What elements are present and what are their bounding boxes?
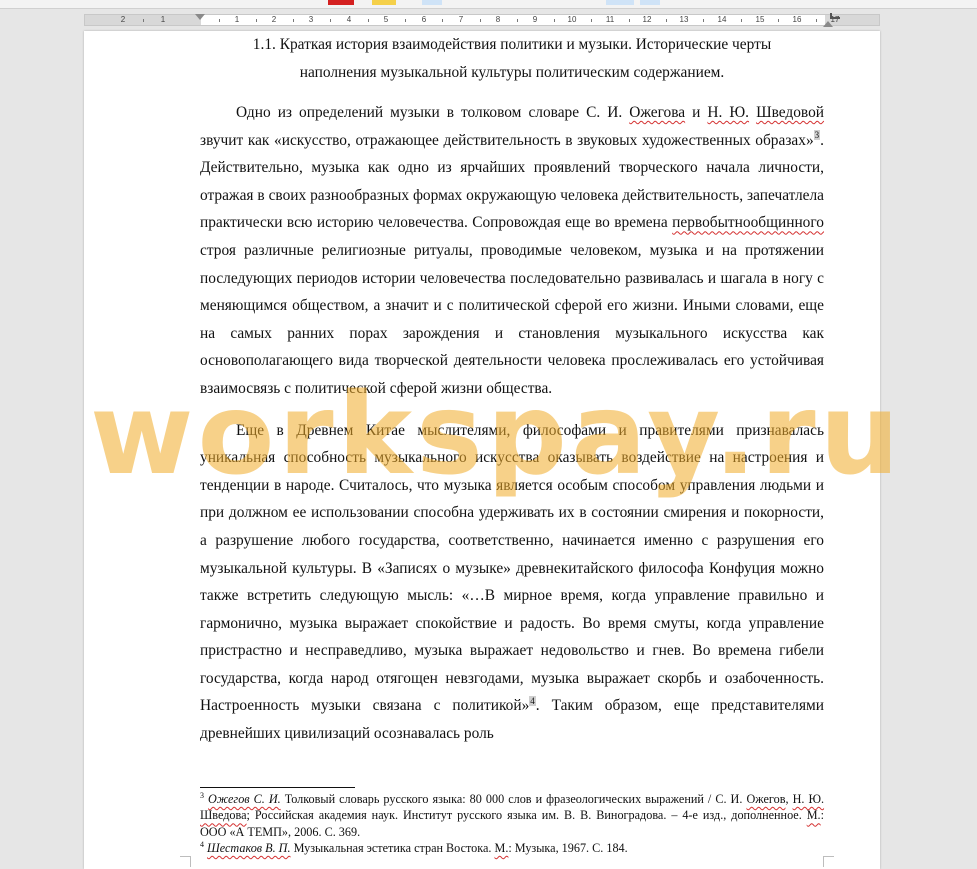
- footnote-3[interactable]: 3 Ожегов С. И. Толковый словарь русского…: [200, 791, 824, 840]
- toolbar-line-spacing-button[interactable]: [606, 0, 634, 5]
- spellcheck-word[interactable]: Н. Ю.: [707, 104, 749, 121]
- document-body[interactable]: 1.1. Краткая история взаимодействия поли…: [200, 31, 824, 748]
- footnote-author: Ожегов С. И.: [208, 792, 281, 806]
- horizontal-ruler[interactable]: 2 1 1 2 3 4 5 6 7 8 9 10 11 12 13 14 15 …: [0, 9, 977, 31]
- ruler-number: 6: [421, 15, 427, 24]
- spellcheck-word[interactable]: Шведовой: [756, 104, 824, 121]
- ruler-tick: [591, 19, 592, 22]
- ruler-tick: [219, 19, 220, 22]
- first-line-indent-marker[interactable]: [195, 14, 205, 20]
- toolbar-paragraph-button[interactable]: [640, 0, 660, 5]
- ruler-number: 2: [271, 15, 277, 24]
- footnote-text: ,: [785, 792, 793, 806]
- ruler-tick: [629, 19, 630, 22]
- ruler-tick: [554, 19, 555, 22]
- ruler-tick: [666, 19, 667, 22]
- footnote-text: Толковый словарь русского языка: 80 000 …: [280, 792, 747, 806]
- ruler-number: 11: [605, 15, 615, 24]
- ruler-number: 1: [160, 15, 166, 24]
- ruler-tick: [256, 19, 257, 22]
- toolbar-strip: [0, 0, 977, 9]
- footnote-4[interactable]: 4 Шестаков В. П. Музыкальная эстетика ст…: [200, 840, 824, 856]
- text-run: [749, 104, 756, 121]
- text-run: Одно из определений музыки в толковом сл…: [236, 104, 630, 121]
- footnote-number: 4: [200, 840, 204, 850]
- ruler-number: 12: [642, 15, 652, 24]
- footnotes-area[interactable]: 3 Ожегов С. И. Толковый словарь русского…: [200, 791, 824, 857]
- ruler-number: 8: [495, 15, 501, 24]
- ruler-tick: [480, 19, 481, 22]
- document-page[interactable]: 1.1. Краткая история взаимодействия поли…: [84, 31, 880, 869]
- ruler-tick: [368, 19, 369, 22]
- footnote-author: Шестаков В. П.: [207, 841, 291, 856]
- section-heading-line-2: наполнения музыкальной культуры политиче…: [299, 64, 725, 81]
- toolbar-highlight-swatch[interactable]: [372, 0, 396, 5]
- ruler-number: 10: [567, 15, 577, 24]
- footnote-number: 3: [200, 790, 204, 800]
- spellcheck-word[interactable]: Ожегова: [629, 104, 685, 121]
- ruler-number: 13: [679, 15, 689, 24]
- ruler-tick: [517, 19, 518, 22]
- ruler-number: 1: [234, 15, 240, 24]
- section-heading-line-1: 1.1. Краткая история взаимодействия поли…: [252, 36, 772, 53]
- paragraph-1[interactable]: Одно из определений музыки в толковом сл…: [200, 99, 824, 403]
- toolbar-align-left-button[interactable]: [422, 0, 442, 5]
- spellcheck-word[interactable]: первобытнообщинного: [672, 214, 824, 231]
- ruler-tick: [405, 19, 406, 22]
- ruler-number: 14: [717, 15, 727, 24]
- ruler-number: 16: [792, 15, 802, 24]
- page-corner-mark: [180, 856, 191, 867]
- toolbar-font-color-swatch[interactable]: [328, 0, 354, 5]
- footnote-text: Музыкальная эстетика стран Востока.: [290, 841, 495, 856]
- ruler-tick: [442, 19, 443, 22]
- ruler-tick: [703, 19, 704, 22]
- ruler-number: 3: [308, 15, 314, 24]
- ruler-number: 5: [383, 15, 389, 24]
- paragraph-2[interactable]: Еще в Древнем Китае мыслителями, философ…: [200, 417, 824, 748]
- page-corner-mark: [823, 856, 834, 867]
- ruler-number: 9: [532, 15, 538, 24]
- ruler-number: 2: [120, 15, 126, 24]
- footnote-text: ; Российская академия наук. Институт рус…: [246, 808, 807, 823]
- tab-stop-marker[interactable]: [830, 13, 840, 19]
- ruler-number: 15: [755, 15, 765, 24]
- footnote-text: : Музыка, 1967. С. 184.: [508, 841, 628, 856]
- ruler-tick: [741, 19, 742, 22]
- ruler-number: 7: [458, 15, 464, 24]
- text-run: строя различные религиозные ритуалы, про…: [200, 241, 824, 397]
- spellcheck-word[interactable]: М.: [807, 808, 821, 822]
- ruler-tick: [816, 19, 817, 22]
- ruler-number: 4: [346, 15, 352, 24]
- ruler-tick: [143, 19, 144, 22]
- text-run: и: [685, 104, 708, 121]
- spellcheck-word[interactable]: Ожегов: [746, 792, 785, 806]
- text-run: звучит как «искусство, отражающее действ…: [200, 131, 814, 149]
- ruler-tick: [293, 19, 294, 22]
- ruler-tick: [330, 19, 331, 22]
- right-indent-marker[interactable]: [823, 21, 833, 27]
- spellcheck-word[interactable]: М.: [494, 841, 508, 855]
- text-run: Еще в Древнем Китае мыслителями, философ…: [200, 421, 824, 715]
- ruler-tick: [778, 19, 779, 22]
- footnote-separator: [200, 787, 355, 788]
